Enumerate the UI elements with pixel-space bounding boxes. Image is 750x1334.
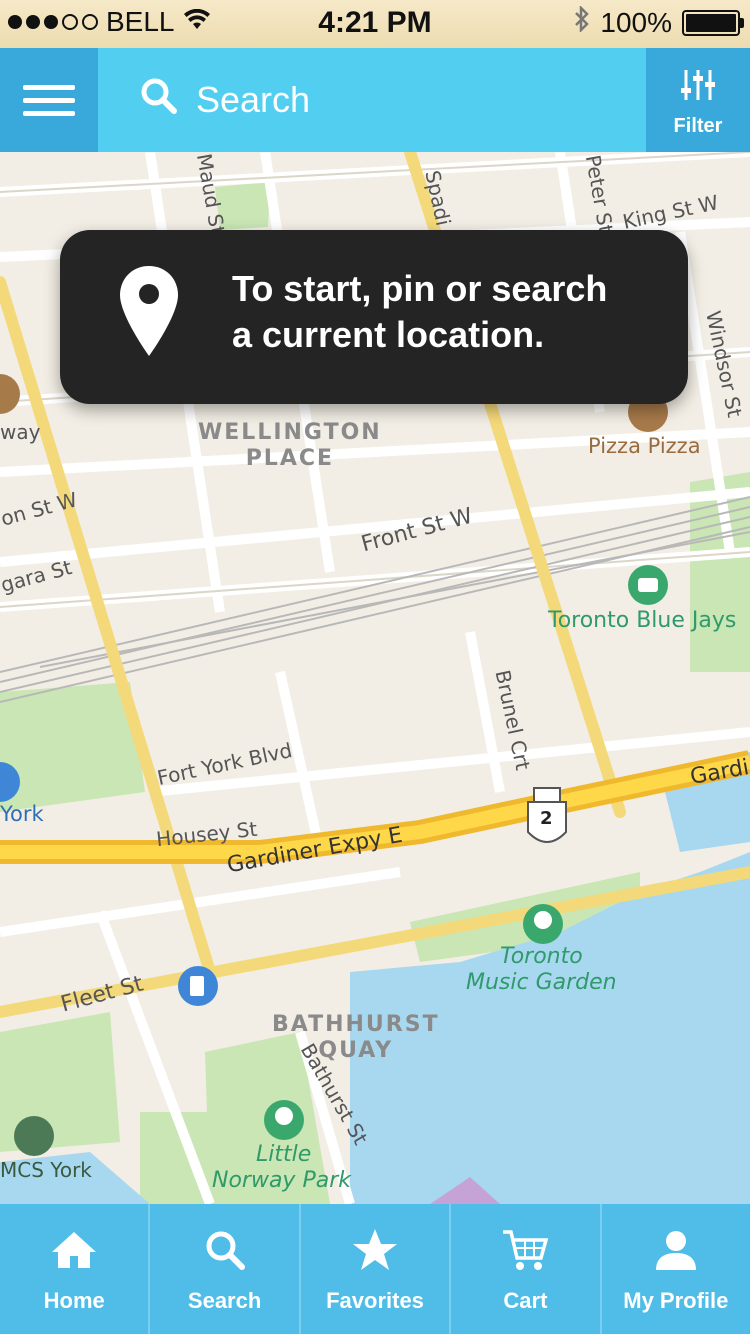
status-bar: BELL 4:21 PM 100% [0, 0, 750, 48]
search-icon [140, 77, 178, 124]
hamburger-icon [23, 84, 75, 116]
poi-label: Pizza Pizza [588, 434, 701, 458]
location-pin-icon [118, 264, 180, 363]
district-label: BATHHURST QUAY [272, 1012, 440, 1063]
filter-button[interactable]: Filter [646, 48, 750, 152]
search-placeholder: Search [196, 79, 311, 120]
tab-cart[interactable]: Cart [449, 1204, 599, 1334]
home-icon [50, 1226, 98, 1274]
tab-search[interactable]: Search [148, 1204, 298, 1334]
poi-label: Norway Park [212, 1168, 351, 1193]
tab-label: My Profile [623, 1288, 729, 1313]
bluetooth-icon [574, 4, 590, 39]
district-label: WELLINGTON PLACE [198, 420, 382, 471]
tab-favorites[interactable]: Favorites [298, 1204, 449, 1334]
poi-label: Little [256, 1142, 312, 1167]
search-icon [205, 1226, 245, 1274]
search-field[interactable]: Search [140, 48, 310, 152]
top-bar: Search Filter [0, 48, 750, 152]
poi-label: MCS York [0, 1158, 92, 1182]
tab-label: Favorites [326, 1288, 424, 1313]
battery-icon [682, 9, 744, 36]
poi-label: Music Garden [466, 970, 617, 995]
street-label: way [0, 420, 41, 444]
tab-label: Cart [503, 1288, 548, 1313]
tab-home[interactable]: Home [0, 1204, 148, 1334]
profile-icon [654, 1226, 698, 1274]
tooltip-message: To start, pin or search a current locati… [232, 268, 608, 355]
status-right: 100% [574, 4, 744, 39]
cart-icon [501, 1226, 549, 1274]
poi-label: Toronto Blue Jays [548, 608, 737, 633]
poi-label: Toronto [500, 944, 583, 969]
highway-shield-number: 2 [540, 808, 553, 829]
tab-label: Search [187, 1288, 262, 1313]
bottom-tab-bar: Home Search Favorites Cart My Profile [0, 1204, 750, 1334]
filter-label: Filter [673, 115, 723, 137]
location-prompt-tooltip: To start, pin or search a current locati… [60, 230, 688, 404]
star-icon [352, 1226, 398, 1274]
tab-label: Home [43, 1288, 105, 1313]
menu-button[interactable] [0, 48, 98, 152]
tab-my-profile[interactable]: My Profile [599, 1204, 750, 1334]
sliders-icon [680, 68, 716, 107]
poi-label: York [0, 802, 44, 826]
battery-percent: 100% [600, 6, 672, 38]
